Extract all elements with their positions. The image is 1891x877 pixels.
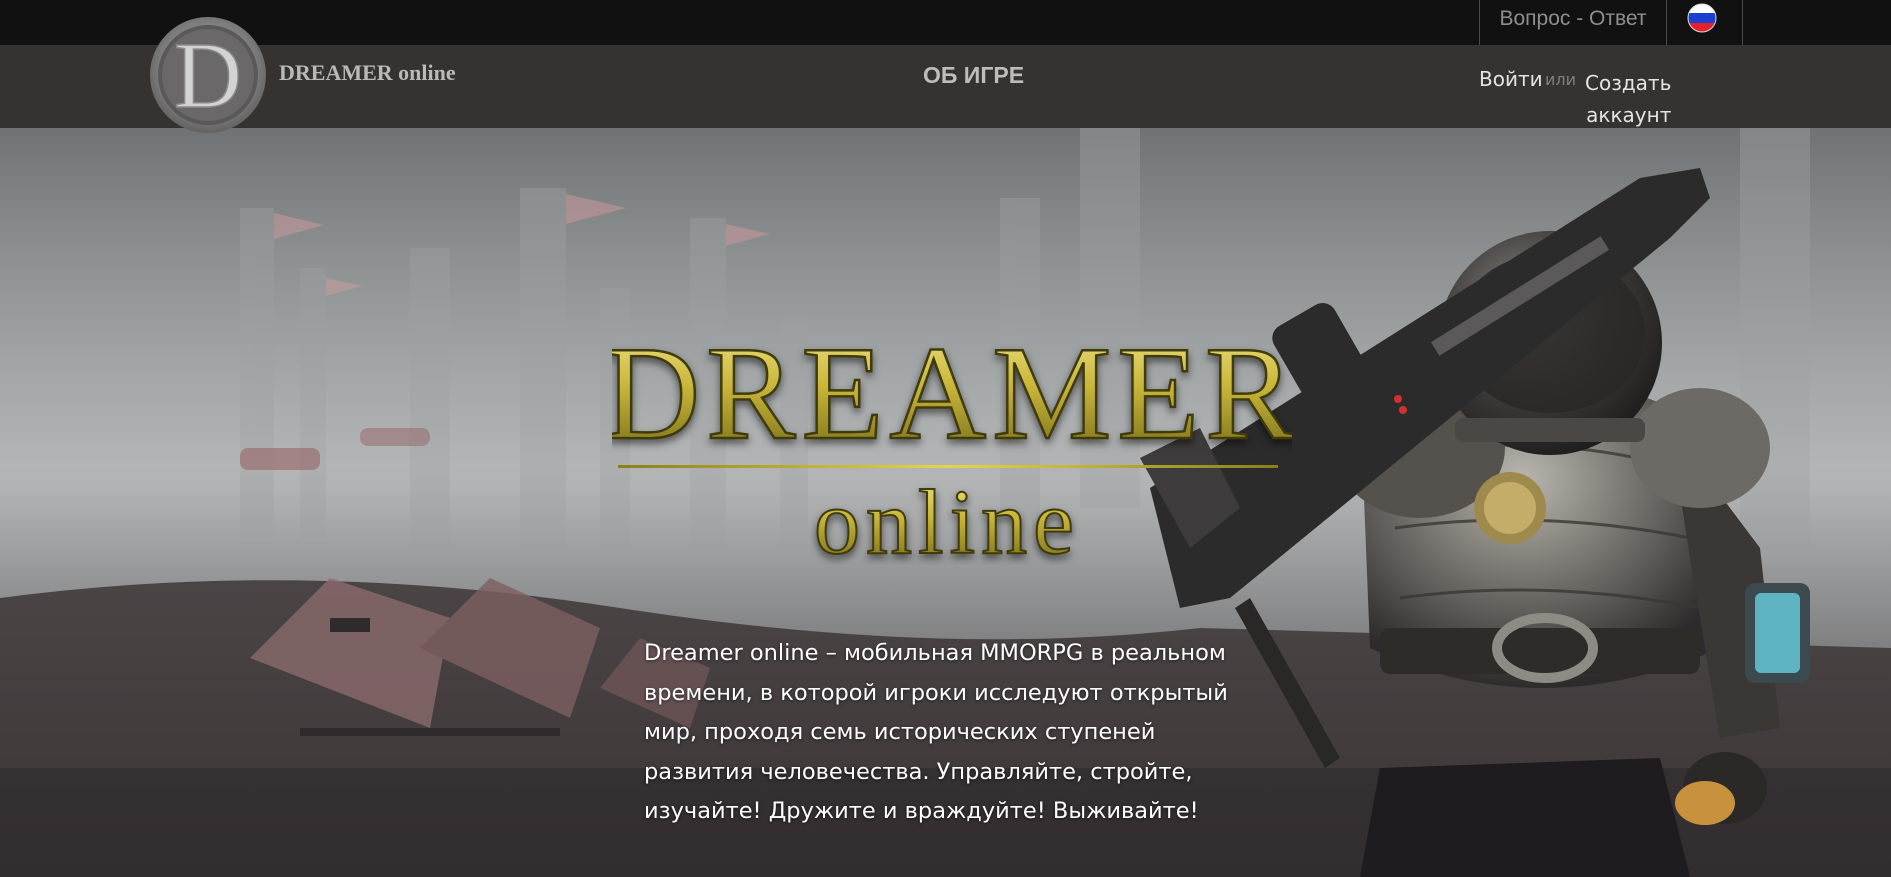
language-switcher[interactable] bbox=[1667, 0, 1743, 45]
or-separator: или bbox=[1545, 70, 1577, 89]
hero-banner: DREAMER online Dreamer online – мобильна… bbox=[0, 128, 1891, 877]
login-link[interactable]: Войти bbox=[1479, 67, 1543, 91]
create-account-link[interactable]: Создать аккаунт bbox=[1585, 67, 1671, 131]
top-utility-bar: Вопрос - Ответ bbox=[0, 0, 1891, 45]
faq-link[interactable]: Вопрос - Ответ bbox=[1479, 0, 1667, 45]
create-account-line2: аккаунт bbox=[1586, 103, 1672, 127]
game-description: Dreamer online – мобильная MMORPG в реал… bbox=[644, 640, 1228, 824]
dreamer-d-logo-icon[interactable]: D bbox=[145, 15, 271, 136]
russia-flag-icon bbox=[1687, 3, 1717, 33]
brand-name[interactable]: DREAMER online bbox=[279, 60, 456, 86]
create-account-line1: Создать bbox=[1585, 71, 1672, 95]
logo-divider bbox=[618, 465, 1278, 468]
nav-about-game[interactable]: ОБ ИГРЕ bbox=[923, 62, 1024, 89]
svg-text:D: D bbox=[174, 24, 242, 128]
svg-text:DREAMER: DREAMER bbox=[612, 338, 1292, 467]
svg-text:online: online bbox=[814, 471, 1080, 573]
